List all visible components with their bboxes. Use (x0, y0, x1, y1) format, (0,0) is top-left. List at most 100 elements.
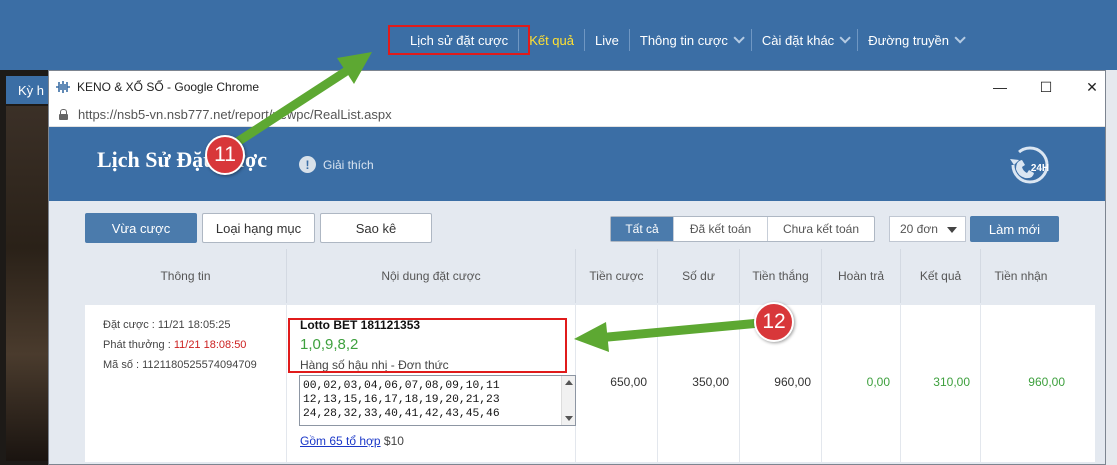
caret-down-icon (947, 227, 957, 233)
column-header: Hoàn trả (822, 249, 901, 303)
nav-other-settings[interactable]: Cài đặt khác (752, 29, 859, 51)
ticket-label: Mã số : (103, 359, 143, 371)
column-header: Tiền cược (576, 249, 658, 303)
minimize-button[interactable]: — (977, 71, 1023, 103)
nav-label: Cài đặt khác (761, 32, 835, 48)
combination-count-link[interactable]: Gồm 65 tổ hợp (300, 434, 381, 448)
column-header: Kết quả (901, 249, 981, 303)
window-title: KENO & XỔ SỐ - Google Chrome (77, 80, 260, 94)
chevron-down-icon (839, 32, 851, 44)
app-icon (55, 80, 71, 94)
maximize-button[interactable]: ☐ (1023, 71, 1069, 103)
table-header: Thông tin Nội dung đặt cược Tiền cược Số… (49, 249, 1105, 303)
ticket-line: Mã số : 1121180525574094709 (103, 359, 257, 371)
highlight-box-bet-history (388, 25, 530, 55)
minimize-icon: — (993, 79, 1007, 95)
table-row: Đặt cược : 11/21 18:05:25 Phát thưởng : … (85, 305, 1095, 462)
filter-label: Đã kết toán (689, 222, 752, 236)
filter-label: Chưa kết toán (782, 222, 860, 236)
close-icon: ✕ (1086, 78, 1098, 95)
nav-connection[interactable]: Đường truyền (858, 29, 972, 51)
address-bar[interactable]: https://nsb5-vn.nsb777.net/report/newpc/… (49, 103, 1105, 127)
explanation-link[interactable]: ! Giải thích (299, 156, 374, 173)
balance-value: 350,00 (692, 375, 729, 389)
payout-time-label: Phát thưởng : (103, 339, 174, 351)
background-right-strip (1105, 70, 1117, 465)
stake-cell: 650,00 (576, 305, 658, 462)
column-header: Thông tin (85, 249, 287, 303)
column-header: Tiền thắng (740, 249, 822, 303)
site-header: Lịch sử đặt cược Kết quả Live Thông tin … (0, 0, 1117, 70)
refresh-button[interactable]: Làm mới (970, 216, 1059, 242)
combination-line: 00,02,03,04,06,07,08,09,10,11 (303, 380, 500, 392)
bet-time: 11/21 18:05:25 (157, 319, 231, 331)
page-size-value: 20 đơn (900, 222, 938, 236)
chevron-down-icon (954, 32, 966, 44)
support-24h-icon[interactable]: 24H (1004, 145, 1056, 185)
combination-price: $10 (380, 434, 404, 448)
combination-line: 24,28,32,33,40,41,42,43,45,46 (303, 408, 500, 420)
tab-category[interactable]: Loại hạng mục (202, 213, 315, 243)
result-value: 310,00 (933, 375, 970, 389)
refresh-label: Làm mới (988, 221, 1041, 237)
received-value: 960,00 (1028, 375, 1065, 389)
refund-cell: 0,00 (822, 305, 901, 462)
bet-history-table: Thông tin Nội dung đặt cược Tiền cược Số… (49, 249, 1105, 464)
background-image (6, 106, 48, 461)
bet-time-label: Đặt cược : (103, 319, 158, 331)
win-value: 960,00 (774, 375, 811, 389)
page-size-select[interactable]: 20 đơn (889, 216, 966, 242)
filter-settled[interactable]: Đã kết toán (674, 217, 768, 241)
background-panel: Kỳ h (0, 70, 48, 465)
chevron-down-icon (733, 32, 745, 44)
combination-lines: 00,02,03,04,06,07,08,09,10,11 12,13,15,1… (300, 376, 575, 421)
close-button[interactable]: ✕ (1069, 71, 1105, 103)
bet-time-line: Đặt cược : 11/21 18:05:25 (103, 319, 231, 331)
tab-label: Vừa cược (111, 220, 171, 236)
nav-live[interactable]: Live (585, 29, 630, 51)
info-icon: ! (299, 156, 316, 173)
nav-label: Thông tin cược (639, 32, 728, 48)
tab-label: Sao kê (355, 220, 397, 236)
filter-label: Tất cả (625, 222, 659, 236)
tab-label: Loại hạng mục (215, 220, 302, 236)
payout-time: 11/21 18:08:50 (173, 339, 247, 351)
refund-value: 0,00 (866, 375, 890, 389)
settlement-filter: Tất cả Đã kết toán Chưa kết toán (610, 216, 875, 242)
tab-just-bet[interactable]: Vừa cược (85, 213, 197, 243)
nav-label: Đường truyền (868, 32, 950, 48)
chrome-popup-window: KENO & XỔ SỐ - Google Chrome — ☐ ✕ https… (48, 70, 1106, 465)
scrollbar[interactable] (561, 376, 575, 425)
column-header: Tiền nhận (994, 269, 1048, 283)
toolbar: Vừa cược Loại hạng mục Sao kê Tất cả Đã … (49, 201, 1105, 249)
combination-list[interactable]: 00,02,03,04,06,07,08,09,10,11 12,13,15,1… (299, 375, 576, 426)
payout-time-line: Phát thưởng : 11/21 18:08:50 (103, 339, 246, 351)
badge-24h-label: 24H (1031, 163, 1049, 174)
scroll-up-icon[interactable] (565, 380, 573, 385)
column-header: Số dư (658, 249, 740, 303)
background-tab[interactable]: Kỳ h (6, 76, 48, 104)
explanation-label: Giải thích (323, 157, 374, 172)
scroll-down-icon[interactable] (565, 416, 573, 421)
nav-label: Live (595, 32, 619, 48)
tab-statement[interactable]: Sao kê (320, 213, 432, 243)
lock-icon (59, 109, 68, 120)
balance-cell: 350,00 (658, 305, 740, 462)
stake-value: 650,00 (610, 375, 647, 389)
maximize-icon: ☐ (1039, 78, 1053, 95)
info-cell: Đặt cược : 11/21 18:05:25 Phát thưởng : … (85, 305, 287, 462)
received-cell: 960,00 (981, 305, 1095, 462)
filter-all[interactable]: Tất cả (611, 217, 674, 241)
nav-bet-info[interactable]: Thông tin cược (630, 29, 752, 51)
highlight-box-bet-content (288, 318, 567, 373)
step-badge-12: 12 (754, 302, 794, 342)
filter-unsettled[interactable]: Chưa kết toán (768, 217, 874, 241)
combination-line: 12,13,15,16,17,18,19,20,21,23 (303, 394, 500, 406)
column-header: Nội dung đặt cược (287, 249, 576, 303)
result-cell: 310,00 (901, 305, 981, 462)
combination-summary: Gồm 65 tổ hợp $10 (300, 434, 404, 448)
window-titlebar: KENO & XỔ SỐ - Google Chrome — ☐ ✕ (49, 71, 1105, 103)
step-badge-11: 11 (205, 135, 245, 175)
nav-label: Kết quả (529, 32, 575, 48)
url-text[interactable]: https://nsb5-vn.nsb777.net/report/newpc/… (78, 107, 392, 122)
